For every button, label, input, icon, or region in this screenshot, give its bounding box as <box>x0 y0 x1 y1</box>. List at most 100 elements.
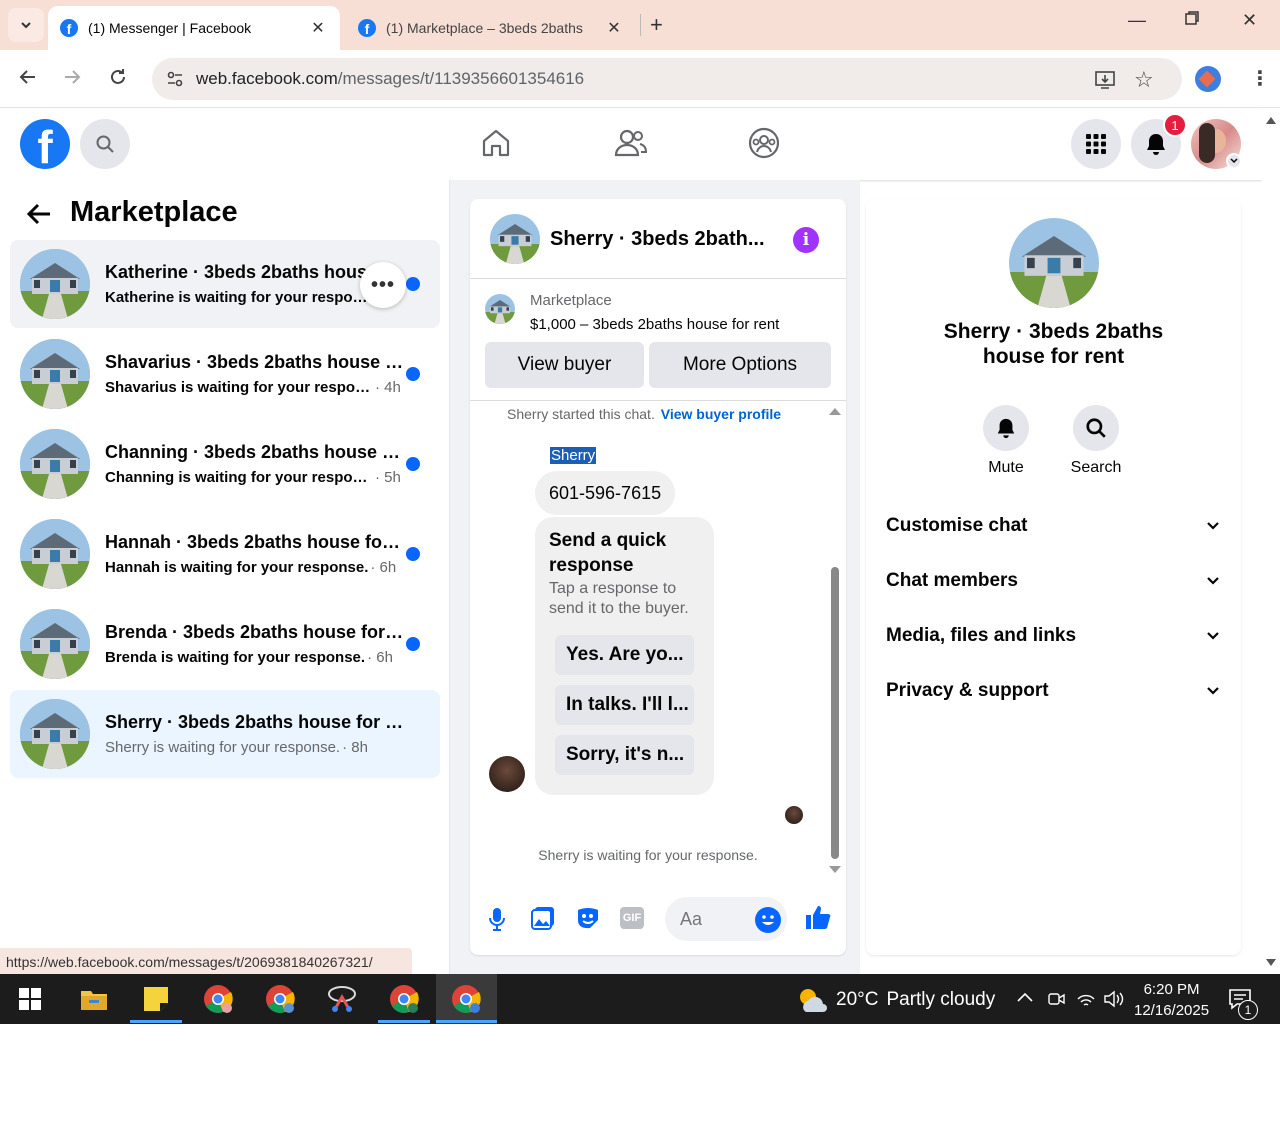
reload-button[interactable] <box>108 67 128 93</box>
restore-button[interactable] <box>1184 10 1200 31</box>
taskbar-active-indicator <box>436 1020 497 1023</box>
new-tab-button[interactable]: + <box>650 12 663 38</box>
section-customise-chat[interactable]: Customise chat <box>886 515 1221 537</box>
section-chat-members[interactable]: Chat members <box>886 570 1221 592</box>
message-composer: GIF Aa <box>470 889 846 955</box>
taskbar-active-indicator <box>378 1020 430 1023</box>
listing-thumbnail <box>485 294 515 324</box>
close-tab-icon[interactable]: ✕ <box>308 18 328 38</box>
mute-action[interactable]: Mute <box>976 405 1036 477</box>
chevron-down-icon <box>1207 632 1219 640</box>
file-explorer-icon[interactable] <box>70 981 118 1017</box>
chevron-up-icon[interactable] <box>1016 990 1034 1008</box>
sticky-notes-icon[interactable] <box>132 981 180 1017</box>
tab-messenger[interactable]: f (1) Messenger | Facebook ✕ <box>48 6 340 50</box>
sender-avatar[interactable] <box>489 756 525 792</box>
quick-response-option[interactable]: Yes. Are yo... <box>555 635 694 675</box>
chat-avatar[interactable] <box>490 214 540 264</box>
scroll-thumb[interactable] <box>831 567 839 859</box>
network-icon[interactable] <box>1076 989 1096 1014</box>
chat-header-name[interactable]: Sherry · 3beds 2bath... <box>550 228 765 251</box>
address-bar[interactable]: web.facebook.com/messages/t/113935660135… <box>152 58 1182 100</box>
emoji-icon[interactable] <box>755 907 781 933</box>
conversation-item[interactable]: Shavarius · 3beds 2baths house for rent S… <box>10 330 440 418</box>
chrome-icon[interactable] <box>256 981 304 1017</box>
conversation-item[interactable]: Brenda · 3beds 2baths house for rent Bren… <box>10 600 440 688</box>
view-buyer-button[interactable]: View buyer <box>485 342 644 388</box>
unread-dot <box>406 547 420 561</box>
message-bubble[interactable]: 601-596-7615 <box>535 471 676 515</box>
chrome-icon[interactable] <box>194 981 242 1017</box>
chat-scrollbar[interactable] <box>826 402 844 882</box>
conversation-time: · 8h <box>342 739 368 756</box>
tab-title: (1) Messenger | Facebook <box>88 20 252 36</box>
house-image <box>485 294 515 324</box>
scroll-down-icon[interactable] <box>1266 959 1276 966</box>
scroll-up-icon[interactable] <box>829 408 841 415</box>
microphone-icon[interactable] <box>488 907 506 936</box>
back-arrow-button[interactable] <box>26 202 52 231</box>
house-image <box>20 429 90 499</box>
scroll-down-icon[interactable] <box>829 866 841 873</box>
conversation-name: Hannah · 3beds 2baths house for rent <box>105 532 405 552</box>
view-buyer-profile-link[interactable]: View buyer profile <box>661 406 781 422</box>
section-media-files-links[interactable]: Media, files and links <box>886 625 1221 647</box>
windows-start-icon[interactable] <box>6 981 54 1017</box>
close-tab-icon[interactable]: ✕ <box>604 18 624 38</box>
more-options-button[interactable]: More Options <box>649 342 831 388</box>
search-button[interactable] <box>80 119 130 169</box>
message-thread[interactable]: Sherry started this chat. View buyer pro… <box>470 402 846 889</box>
chrome-icon[interactable] <box>380 981 428 1017</box>
install-app-icon[interactable] <box>1094 68 1116 95</box>
chrome-icon[interactable] <box>442 981 490 1017</box>
friends-nav-button[interactable] <box>614 127 648 164</box>
thumbs-up-icon[interactable] <box>804 903 832 936</box>
quick-response-option[interactable]: Sorry, it's n... <box>555 735 694 775</box>
info-icon[interactable]: i <box>793 227 819 253</box>
profile-avatar[interactable] <box>1195 66 1221 92</box>
site-info-icon[interactable] <box>166 70 184 93</box>
conversation-more-button[interactable]: ••• <box>360 262 406 308</box>
chat-profile-picture[interactable] <box>1009 218 1099 308</box>
volume-icon[interactable] <box>1103 989 1125 1014</box>
gif-icon[interactable]: GIF <box>620 907 644 929</box>
search-label: Search <box>1070 459 1122 476</box>
search-action[interactable]: Search <box>1066 405 1126 477</box>
facebook-header: f 1 <box>0 109 1262 180</box>
menu-button[interactable] <box>1071 119 1121 169</box>
section-privacy-support[interactable]: Privacy & support <box>886 680 1221 702</box>
sticker-icon[interactable] <box>575 905 601 936</box>
scroll-up-icon[interactable] <box>1266 117 1276 124</box>
conversation-thumbnail <box>20 699 90 769</box>
groups-nav-button[interactable] <box>748 127 780 164</box>
home-nav-button[interactable] <box>480 127 512 164</box>
account-chevron-icon[interactable] <box>1226 153 1242 169</box>
snipping-tool-icon[interactable] <box>318 981 366 1017</box>
browser-menu-icon[interactable]: ⋮ <box>1250 66 1270 91</box>
conversation-preview: Katherine is waiting for your response. <box>105 289 373 306</box>
arrow-left-icon <box>26 203 50 225</box>
close-window-button[interactable]: ✕ <box>1242 10 1257 31</box>
facebook-logo-icon[interactable]: f <box>20 119 70 169</box>
tab-marketplace[interactable]: f (1) Marketplace – 3beds 2baths ✕ <box>346 6 636 50</box>
meet-now-icon[interactable] <box>1047 990 1065 1013</box>
photo-icon[interactable] <box>530 905 556 936</box>
conversation-item[interactable]: Channing · 3beds 2baths house for rent Ch… <box>10 420 440 508</box>
weather-temp: 20°C <box>836 989 879 1010</box>
minimize-button[interactable]: — <box>1128 10 1146 31</box>
tab-search-dropdown-button[interactable] <box>8 8 44 42</box>
conversation-time: · 5h <box>375 469 401 486</box>
back-button[interactable] <box>18 67 38 93</box>
weather-widget[interactable]: 20°C Partly cloudy <box>796 986 995 1014</box>
groups-icon <box>748 127 780 159</box>
bookmark-star-icon[interactable]: ☆ <box>1134 67 1154 93</box>
forward-button[interactable] <box>62 67 82 93</box>
quick-response-option[interactable]: In talks. I'll l... <box>555 685 694 725</box>
page-scrollbar[interactable] <box>1262 109 1280 974</box>
conversation-thumbnail <box>20 519 90 589</box>
conversation-item[interactable]: Hannah · 3beds 2baths house for rent Hann… <box>10 510 440 598</box>
friends-icon <box>614 129 648 157</box>
system-clock[interactable]: 6:20 PM 12/16/2025 <box>1134 979 1209 1021</box>
listing-title[interactable]: $1,000 – 3beds 2baths house for rent <box>530 316 779 333</box>
conversation-item[interactable]: Sherry · 3beds 2baths house for rent Sher… <box>10 690 440 778</box>
